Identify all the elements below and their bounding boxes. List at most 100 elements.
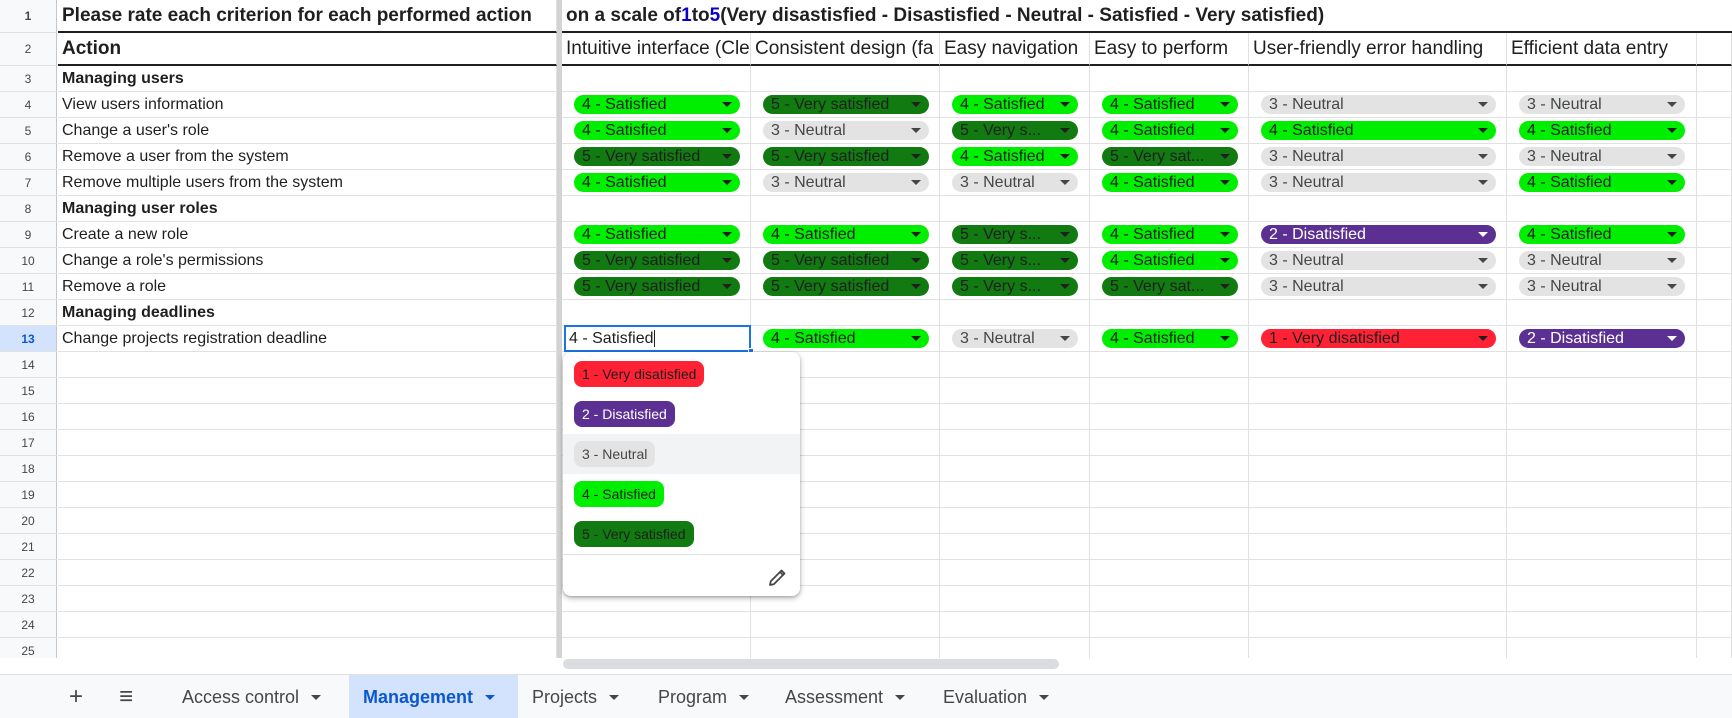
empty-cell[interactable] [1697,404,1732,430]
rating-chip[interactable]: 5 - Very sat... [1102,277,1238,296]
all-sheets-button[interactable]: ≡ [110,675,142,718]
empty-cell[interactable] [58,638,557,658]
rating-chip[interactable]: 5 - Very s... [952,121,1078,140]
rating-cell-intuitive[interactable]: 5 - Very satisfied [562,274,751,300]
rating-chip[interactable]: 3 - Neutral [763,173,929,192]
rating-cell-navigation[interactable] [940,378,1090,404]
empty-cell[interactable] [58,560,557,586]
rating-cell-navigation[interactable] [940,352,1090,378]
rating-cell-data-entry[interactable]: 3 - Neutral [1507,274,1697,300]
rating-cell-perform[interactable]: 4 - Satisfied [1090,118,1249,144]
empty-cell[interactable] [1697,118,1732,144]
rating-cell-navigation[interactable]: 5 - Very s... [940,248,1090,274]
rating-cell-perform[interactable] [1090,456,1249,482]
empty-cell[interactable] [1697,560,1732,586]
rating-cell-data-entry[interactable] [1507,456,1697,482]
add-sheet-button[interactable]: + [60,675,92,718]
rating-cell-navigation[interactable] [940,456,1090,482]
empty-cell[interactable] [1697,430,1732,456]
rating-cell-perform[interactable]: 4 - Satisfied [1090,222,1249,248]
rating-cell-perform[interactable] [1090,534,1249,560]
rating-cell-data-entry[interactable] [1507,638,1697,658]
header-col-empty[interactable] [1697,33,1732,66]
rating-cell-navigation[interactable] [940,508,1090,534]
rating-chip[interactable]: 3 - Neutral [1519,251,1685,270]
rating-cell-navigation[interactable]: 3 - Neutral [940,326,1090,352]
rating-cell-consistent[interactable]: 3 - Neutral [751,170,940,196]
rating-cell-data-entry[interactable]: 4 - Satisfied [1507,222,1697,248]
rating-chip[interactable]: 5 - Very satisfied [763,277,929,296]
rating-chip[interactable]: 4 - Satisfied [574,121,740,140]
chevron-down-icon[interactable] [722,102,732,107]
rating-chip[interactable]: 4 - Satisfied [1102,225,1238,244]
rating-cell-error-handling[interactable]: 3 - Neutral [1249,170,1507,196]
chevron-down-icon[interactable] [739,694,750,700]
empty-cell[interactable] [58,612,557,638]
spreadsheet-grid[interactable]: 1 Please rate each criterion for each pe… [0,0,1732,658]
rating-cell-perform[interactable] [1090,430,1249,456]
rating-chip[interactable]: 5 - Very sat... [1102,147,1238,166]
rating-cell-error-handling[interactable] [1249,508,1507,534]
rating-cell-consistent[interactable] [751,66,940,92]
chevron-down-icon[interactable] [1478,284,1488,289]
empty-cell[interactable] [1697,638,1732,658]
chevron-down-icon[interactable] [1667,232,1677,237]
rating-cell-navigation[interactable]: 5 - Very s... [940,222,1090,248]
rating-chip[interactable]: 1 - Very disatisfied [1261,329,1496,348]
empty-cell[interactable] [1697,274,1732,300]
rating-cell-intuitive[interactable]: 5 - Very satisfied [562,144,751,170]
rating-cell-error-handling[interactable]: 3 - Neutral [1249,144,1507,170]
rating-cell-perform[interactable] [1090,66,1249,92]
rating-cell-navigation[interactable] [940,482,1090,508]
rating-cell-error-handling[interactable]: 2 - Disatisfied [1249,222,1507,248]
row-number[interactable]: 3 [0,66,57,92]
chevron-down-icon[interactable] [1220,154,1230,159]
chevron-down-icon[interactable] [1060,232,1070,237]
rating-cell-navigation[interactable] [940,560,1090,586]
chevron-down-icon[interactable] [1060,284,1070,289]
rating-cell-data-entry[interactable] [1507,300,1697,326]
rating-cell-error-handling[interactable] [1249,456,1507,482]
chevron-down-icon[interactable] [1478,180,1488,185]
rating-chip[interactable]: 5 - Very satisfied [574,251,740,270]
frozen-column-divider[interactable] [557,0,562,658]
row-number[interactable]: 1 [0,0,57,33]
rating-cell-error-handling[interactable]: 3 - Neutral [1249,274,1507,300]
empty-cell[interactable] [1697,508,1732,534]
rating-chip[interactable]: 2 - Disatisfied [1261,225,1496,244]
rating-cell-error-handling[interactable] [1249,66,1507,92]
rating-chip[interactable]: 3 - Neutral [952,173,1078,192]
chevron-down-icon[interactable] [911,284,921,289]
chevron-down-icon[interactable] [311,694,322,700]
row-number[interactable]: 2 [0,33,57,66]
rating-chip[interactable]: 3 - Neutral [1519,277,1685,296]
chevron-down-icon[interactable] [1478,336,1488,341]
rating-chip[interactable]: 5 - Very satisfied [763,95,929,114]
chevron-down-icon[interactable] [722,154,732,159]
rating-chip[interactable]: 3 - Neutral [1261,95,1496,114]
action-cell[interactable]: Create a new role [58,222,557,248]
rating-chip[interactable]: 3 - Neutral [1261,277,1496,296]
chevron-down-icon[interactable] [911,336,921,341]
rating-chip[interactable]: 4 - Satisfied [1519,173,1685,192]
rating-cell-navigation[interactable]: 5 - Very s... [940,274,1090,300]
rating-cell-navigation[interactable]: 4 - Satisfied [940,144,1090,170]
rating-cell-data-entry[interactable] [1507,404,1697,430]
rating-cell-perform[interactable]: 5 - Very sat... [1090,274,1249,300]
empty-cell[interactable] [58,508,557,534]
row-number[interactable]: 13 [0,326,57,352]
rating-cell-data-entry[interactable] [1507,352,1697,378]
title-cell-right[interactable]: on a scale of 1 to 5 (Very disastisfied … [562,0,1732,33]
rating-cell-consistent[interactable] [751,612,940,638]
rating-chip[interactable]: 4 - Satisfied [574,173,740,192]
dropdown-option-2[interactable]: 2 - Disatisfied [563,394,800,434]
empty-cell[interactable] [58,586,557,612]
row-number[interactable]: 10 [0,248,57,274]
rating-cell-intuitive[interactable] [562,612,751,638]
chevron-down-icon[interactable] [1220,232,1230,237]
rating-cell-consistent[interactable]: 5 - Very satisfied [751,274,940,300]
rating-cell-data-entry[interactable] [1507,508,1697,534]
chevron-down-icon[interactable] [1478,128,1488,133]
empty-cell[interactable] [1697,482,1732,508]
rating-cell-error-handling[interactable] [1249,560,1507,586]
